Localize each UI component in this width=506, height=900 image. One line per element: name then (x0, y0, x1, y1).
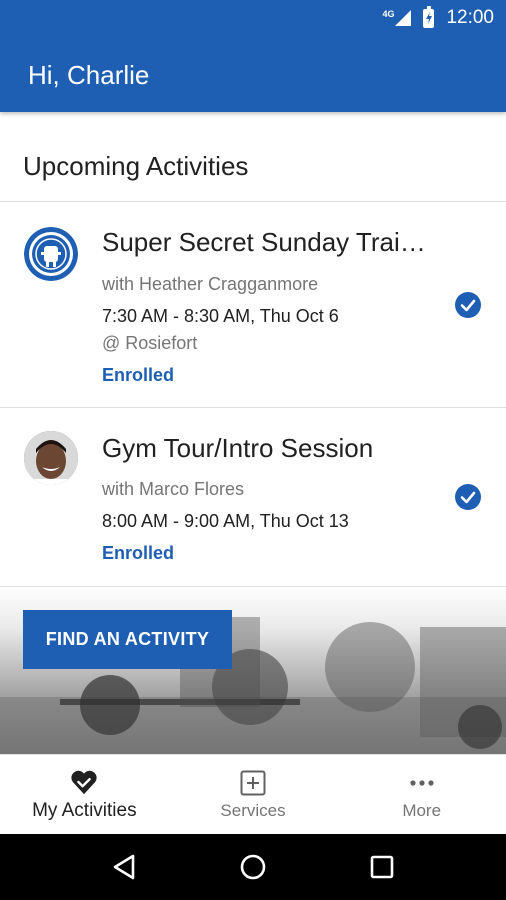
app-bar: 4G 12:00 Hi, Charlie (0, 0, 506, 112)
tab-my-activities[interactable]: My Activities (0, 755, 169, 834)
activity-time: 8:00 AM - 9:00 AM, Thu Oct 13 (102, 511, 349, 531)
enrollment-status: Enrolled (102, 543, 175, 563)
tab-label: Services (220, 800, 286, 820)
heart-check-icon (70, 768, 98, 796)
tab-label: More (402, 800, 442, 820)
activity-instructor: with Heather Cragganmore (102, 274, 319, 294)
activity-title: Gym Tour/Intro Session (102, 433, 374, 463)
club-logo-avatar (24, 227, 78, 281)
instructor-avatar (24, 431, 78, 485)
activity-card[interactable]: Super Secret Sunday Trai… with Heather C… (0, 202, 506, 407)
home-icon[interactable] (233, 847, 273, 887)
more-dots-icon (408, 769, 436, 797)
tab-label: My Activities (32, 799, 137, 821)
enrollment-status: Enrolled (102, 365, 175, 385)
enrolled-check-icon (455, 292, 481, 318)
status-bar: 4G 12:00 (0, 0, 506, 36)
system-nav-bar (0, 834, 506, 900)
back-icon[interactable] (104, 847, 144, 887)
status-time: 12:00 (446, 7, 494, 28)
network-type: 4G (382, 9, 395, 19)
activity-instructor: with Marco Flores (102, 479, 245, 499)
enrolled-check-icon (455, 484, 481, 510)
page-title: Hi, Charlie (28, 60, 150, 90)
battery-icon (423, 5, 435, 28)
find-activity-button[interactable]: FIND AN ACTIVITY (23, 610, 232, 669)
tab-services[interactable]: Services (169, 755, 338, 834)
activity-location: @ Rosiefort (102, 333, 198, 353)
signal-icon (395, 10, 412, 26)
tab-more[interactable]: More (337, 755, 506, 834)
recents-icon[interactable] (362, 847, 402, 887)
activity-card[interactable]: Gym Tour/Intro Session with Marco Flores… (0, 408, 506, 586)
activity-time: 7:30 AM - 8:30 AM, Thu Oct 6 (102, 306, 339, 326)
bottom-tab-bar: My Activities Services More (0, 754, 506, 834)
section-title: Upcoming Activities (23, 151, 249, 181)
plus-square-icon (239, 769, 267, 797)
activity-title: Super Secret Sunday Trai… (102, 227, 426, 257)
